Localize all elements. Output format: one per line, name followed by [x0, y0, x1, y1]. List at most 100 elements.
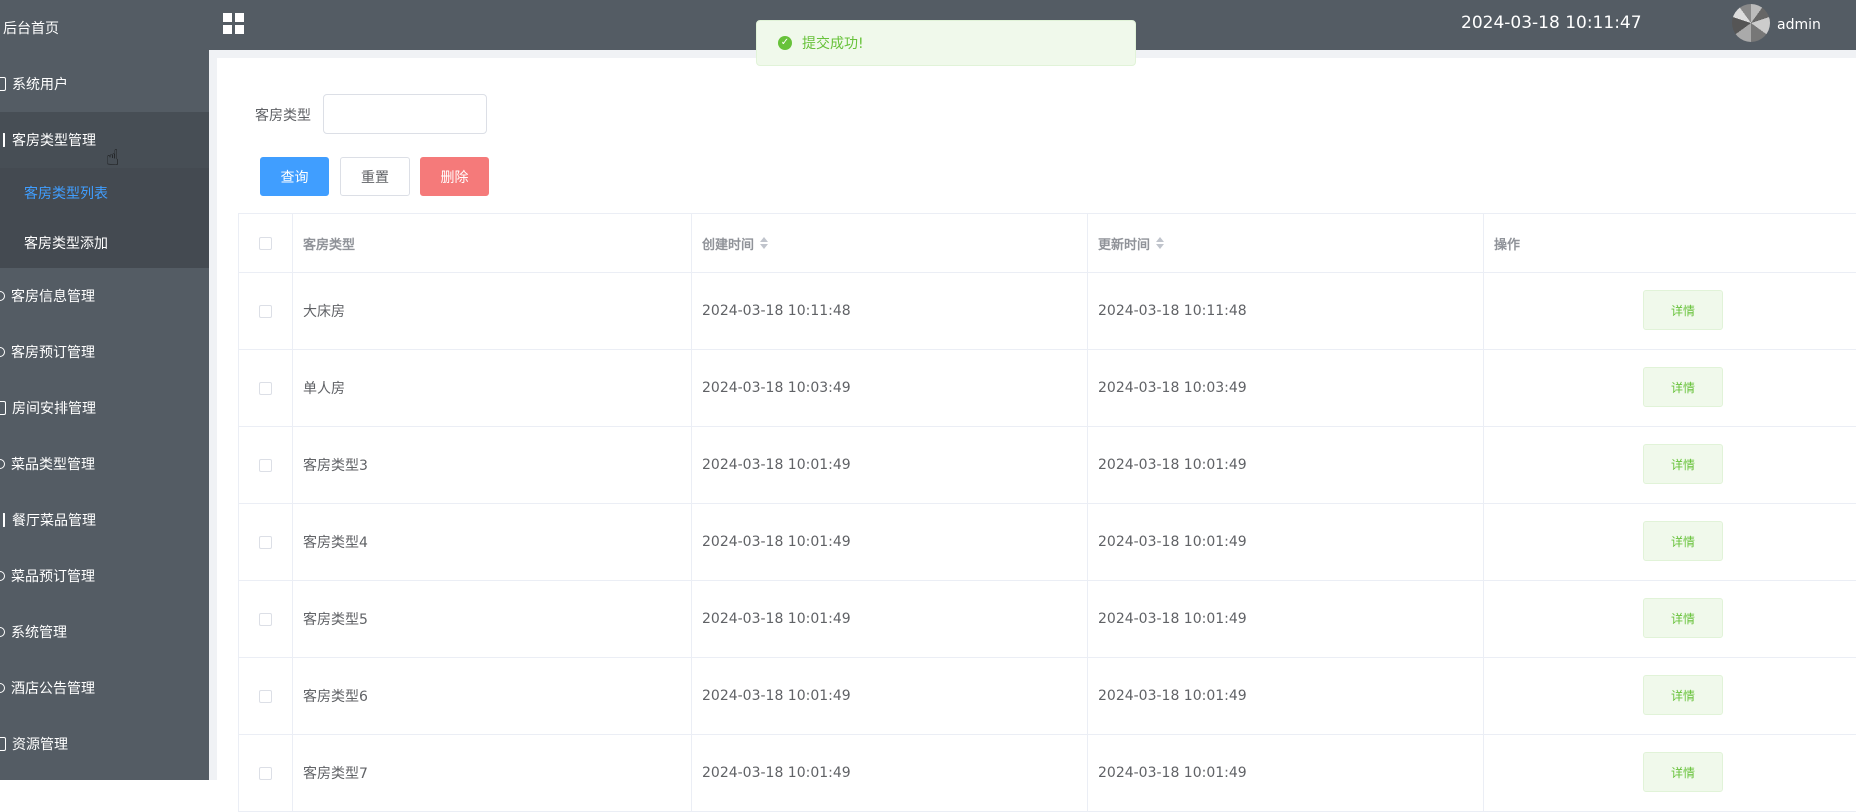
header-updated-time[interactable]: 更新时间 [1088, 214, 1484, 272]
cell-created-time: 2024-03-18 10:01:49 [692, 658, 1088, 734]
document-icon [0, 737, 6, 751]
row-select-cell [239, 581, 293, 657]
detail-button[interactable]: 详情 [1643, 521, 1723, 561]
room-type-search-input[interactable] [323, 94, 487, 134]
cell-room-type: 客房类型6 [293, 658, 692, 734]
header-room-type: 客房类型 [293, 214, 692, 272]
detail-button[interactable]: 详情 [1643, 367, 1723, 407]
sidebar-item-resource-management[interactable]: 资源管理 [0, 716, 209, 772]
sidebar-item-label: 客房预订管理 [11, 345, 95, 361]
sidebar-item-room-booking-management[interactable]: 客房预订管理 [0, 324, 209, 380]
query-button-label: 查询 [280, 169, 309, 186]
row-checkbox[interactable] [259, 689, 272, 703]
cell-created-time: 2024-03-18 10:01:49 [692, 581, 1088, 657]
sidebar-item-system-management[interactable]: 系统管理 [0, 604, 209, 660]
cell-room-type: 客房类型7 [293, 735, 692, 811]
grid-menu-icon[interactable] [223, 13, 245, 35]
detail-button[interactable]: 详情 [1643, 752, 1723, 792]
sidebar-item-room-type-management[interactable]: 客房类型管理 [0, 112, 209, 168]
table-row: 客房类型4 2024-03-18 10:01:49 2024-03-18 10:… [239, 504, 1856, 581]
detail-button[interactable]: 详情 [1643, 290, 1723, 330]
sidebar-item-dish-booking-management[interactable]: 菜品预订管理 [0, 548, 209, 604]
row-checkbox[interactable] [259, 304, 272, 318]
sidebar-subitem-room-type-list[interactable]: 客房类型列表 [0, 168, 209, 218]
circle-icon [0, 291, 5, 301]
sidebar-item-label: 菜品预订管理 [11, 569, 95, 585]
sidebar-item-restaurant-dish-management[interactable]: 餐厅菜品管理 [0, 492, 209, 548]
table-row: 单人房 2024-03-18 10:03:49 2024-03-18 10:03… [239, 350, 1856, 427]
row-select-cell [239, 273, 293, 349]
query-button[interactable]: 查询 [260, 157, 329, 196]
circle-icon [0, 627, 5, 637]
cell-updated-time: 2024-03-18 10:01:49 [1088, 658, 1484, 734]
sidebar-item-label: 后台首页 [3, 21, 59, 37]
detail-button[interactable]: 详情 [1643, 675, 1723, 715]
sidebar-item-label: 客房类型管理 [12, 133, 96, 149]
bar-chart-icon [0, 133, 6, 147]
delete-button[interactable]: 删除 [420, 157, 489, 196]
cell-updated-time: 2024-03-18 10:01:49 [1088, 735, 1484, 811]
search-label: 客房类型 [255, 108, 311, 124]
table-header-row: 客房类型 创建时间 更新时间 操作 [239, 214, 1856, 273]
cell-actions: 详情 [1484, 735, 1856, 811]
delete-button-label: 删除 [440, 169, 469, 186]
header-label: 更新时间 [1098, 237, 1151, 253]
table-row: 客房类型6 2024-03-18 10:01:49 2024-03-18 10:… [239, 658, 1856, 735]
row-checkbox[interactable] [259, 381, 272, 395]
row-select-cell [239, 504, 293, 580]
cell-actions: 详情 [1484, 273, 1856, 349]
reset-button[interactable]: 重置 [340, 157, 410, 196]
cell-created-time: 2024-03-18 10:11:48 [692, 273, 1088, 349]
cell-actions: 详情 [1484, 427, 1856, 503]
sidebar-item-room-info-management[interactable]: 客房信息管理 [0, 268, 209, 324]
sidebar-item-home[interactable]: 后台首页 [0, 0, 209, 56]
username[interactable]: admin [1777, 17, 1821, 33]
cell-room-type: 客房类型5 [293, 581, 692, 657]
row-checkbox[interactable] [259, 612, 272, 626]
table-row: 客房类型3 2024-03-18 10:01:49 2024-03-18 10:… [239, 427, 1856, 504]
row-select-cell [239, 350, 293, 426]
header-label: 操作 [1494, 237, 1521, 253]
table-row: 客房类型7 2024-03-18 10:01:49 2024-03-18 10:… [239, 735, 1856, 812]
cell-room-type: 单人房 [293, 350, 692, 426]
sidebar-item-label: 餐厅菜品管理 [12, 513, 96, 529]
sidebar-item-label: 系统管理 [11, 625, 67, 641]
sidebar-item-label: 酒店公告管理 [11, 681, 95, 697]
check-circle-icon: ✓ [778, 36, 792, 50]
document-icon [0, 401, 6, 415]
sort-icon[interactable] [760, 236, 769, 250]
detail-button[interactable]: 详情 [1643, 598, 1723, 638]
sidebar-item-dish-type-management[interactable]: 菜品类型管理 [0, 436, 209, 492]
select-all-checkbox[interactable] [259, 236, 272, 250]
room-type-table: 客房类型 创建时间 更新时间 操作 大床房 2024-03-18 10:11:4… [238, 213, 1856, 812]
cell-actions: 详情 [1484, 504, 1856, 580]
cell-updated-time: 2024-03-18 10:11:48 [1088, 273, 1484, 349]
sidebar: 后台首页 系统用户 客房类型管理 客房类型列表 客房类型添加 客房信息管理 客房… [0, 0, 209, 780]
sidebar-item-room-arrangement-management[interactable]: 房间安排管理 [0, 380, 209, 436]
circle-icon [0, 347, 5, 357]
cell-created-time: 2024-03-18 10:01:49 [692, 427, 1088, 503]
detail-button[interactable]: 详情 [1643, 444, 1723, 484]
row-checkbox[interactable] [259, 458, 272, 472]
row-select-cell [239, 658, 293, 734]
cell-room-type: 客房类型4 [293, 504, 692, 580]
cell-actions: 详情 [1484, 581, 1856, 657]
sidebar-item-hotel-notice-management[interactable]: 酒店公告管理 [0, 660, 209, 716]
reset-button-label: 重置 [361, 169, 389, 186]
header-clock: 2024-03-18 10:11:47 [1461, 13, 1642, 33]
sort-icon[interactable] [1156, 236, 1165, 250]
sidebar-item-system-users[interactable]: 系统用户 [0, 56, 209, 112]
sidebar-subitem-label: 客房类型列表 [24, 186, 108, 202]
document-icon [0, 77, 6, 91]
cell-updated-time: 2024-03-18 10:03:49 [1088, 350, 1484, 426]
cell-room-type: 大床房 [293, 273, 692, 349]
sidebar-subitem-label: 客房类型添加 [24, 236, 108, 252]
row-checkbox[interactable] [259, 766, 272, 780]
avatar[interactable] [1732, 4, 1770, 42]
row-checkbox[interactable] [259, 535, 272, 549]
sidebar-subitem-room-type-add[interactable]: 客房类型添加 [0, 218, 209, 268]
table-row: 客房类型5 2024-03-18 10:01:49 2024-03-18 10:… [239, 581, 1856, 658]
sidebar-item-label: 客房信息管理 [11, 289, 95, 305]
cell-updated-time: 2024-03-18 10:01:49 [1088, 581, 1484, 657]
header-created-time[interactable]: 创建时间 [692, 214, 1088, 272]
